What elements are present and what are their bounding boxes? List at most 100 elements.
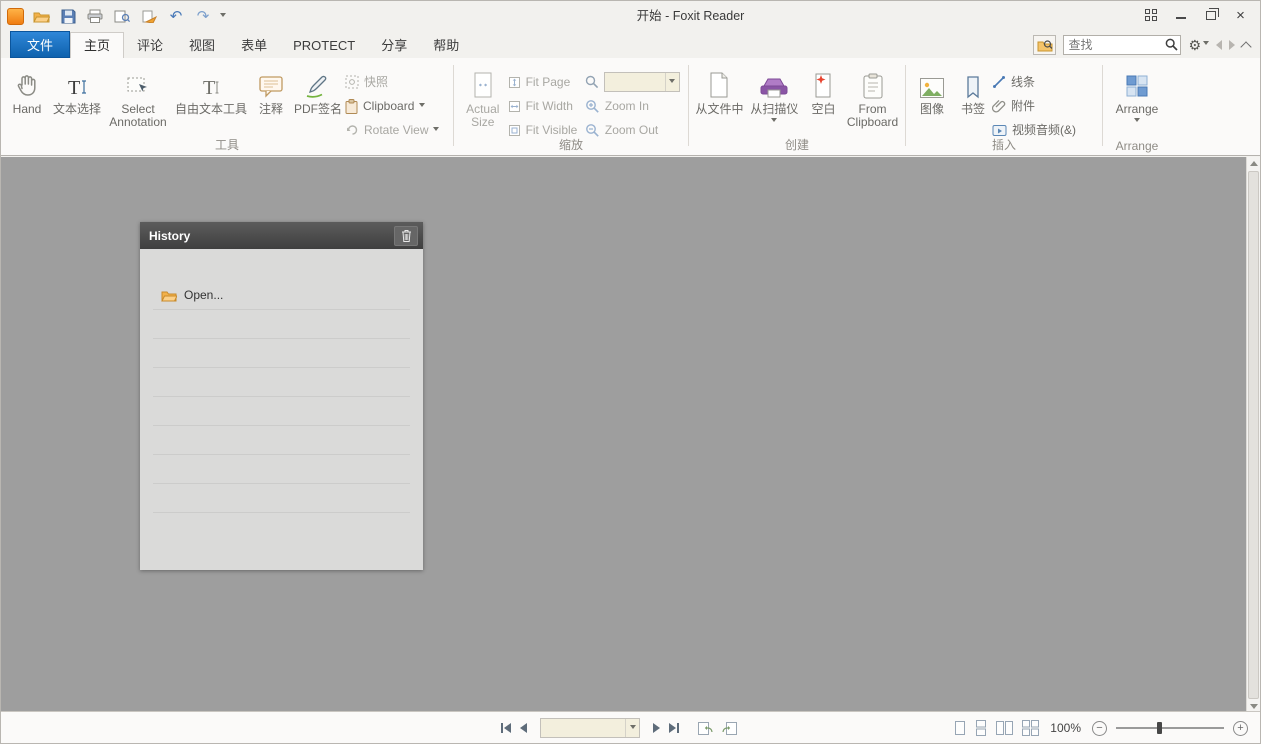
previous-page-button[interactable]: [520, 723, 527, 733]
tab-help[interactable]: 帮助: [420, 33, 472, 58]
comment-button[interactable]: 注释: [251, 63, 291, 137]
settings-button[interactable]: ⚙: [1188, 38, 1209, 52]
free-text-tool-button[interactable]: T 自由文本工具: [171, 63, 251, 137]
restore-button[interactable]: [1197, 5, 1224, 25]
hand-tool-button[interactable]: Hand: [5, 63, 49, 137]
snapshot-button[interactable]: 快照: [345, 70, 449, 94]
first-page-icon: [504, 723, 511, 733]
create-from-file-button[interactable]: 从文件中: [693, 63, 746, 137]
minimize-icon: [1176, 17, 1186, 19]
combo-arrow[interactable]: [625, 719, 639, 737]
continuous-facing-view-button[interactable]: [1022, 720, 1039, 736]
fit-width-button[interactable]: Fit Width: [508, 94, 585, 118]
text-select-button[interactable]: T 文本选择: [49, 63, 105, 137]
history-open-label: Open...: [184, 288, 223, 302]
tab-view[interactable]: 视图: [176, 33, 228, 58]
insert-line-button[interactable]: 线条: [992, 70, 1096, 94]
zoom-in-label: Zoom In: [605, 100, 649, 113]
restore-icon: [1206, 11, 1216, 20]
clear-history-button[interactable]: [394, 226, 418, 246]
find-box: [1063, 35, 1181, 55]
next-view-button[interactable]: [722, 722, 737, 735]
chevron-down-icon: [1203, 41, 1209, 48]
history-open-item[interactable]: Open...: [153, 281, 410, 310]
zoom-level-control: [585, 70, 684, 94]
save-button[interactable]: [58, 6, 78, 26]
page-number-combobox[interactable]: [540, 718, 640, 738]
close-icon: ×: [1236, 8, 1245, 23]
history-empty-row: [153, 484, 410, 513]
previous-view-button[interactable]: [698, 722, 713, 735]
insert-attachment-button[interactable]: 附件: [992, 94, 1096, 118]
zoom-slider[interactable]: [1116, 721, 1224, 735]
combo-arrow[interactable]: [665, 73, 679, 91]
minimize-button[interactable]: [1167, 5, 1194, 25]
tab-home[interactable]: 主页: [70, 32, 124, 58]
tab-share[interactable]: 分享: [368, 33, 420, 58]
vertical-scrollbar[interactable]: [1246, 157, 1260, 713]
last-page-icon: [669, 723, 676, 733]
ui-layout-button[interactable]: [1137, 5, 1164, 25]
zoom-out-circle-button[interactable]: −: [1092, 721, 1107, 736]
actual-size-label: Actual Size: [458, 103, 508, 129]
scrollbar-thumb[interactable]: [1248, 171, 1259, 699]
clipboard-icon: [345, 99, 358, 114]
insert-bookmark-label: 书签: [961, 103, 985, 116]
select-annotation-button[interactable]: Select Annotation: [105, 63, 171, 137]
arrange-button[interactable]: Arrange: [1108, 63, 1166, 137]
scroll-down-arrow-icon[interactable]: [1250, 704, 1258, 709]
pdf-sign-button[interactable]: PDF签名: [291, 63, 345, 137]
tab-form[interactable]: 表单: [228, 33, 280, 58]
history-back-button[interactable]: [1216, 40, 1222, 50]
first-page-button[interactable]: [501, 723, 511, 733]
comment-bubble-icon: [258, 67, 284, 99]
history-empty-row: [153, 368, 410, 397]
chevron-down-icon: [1134, 118, 1140, 125]
insert-image-button[interactable]: 图像: [910, 63, 954, 137]
open-file-button[interactable]: [31, 6, 51, 26]
find-input[interactable]: [1064, 38, 1162, 52]
zoom-in-icon: [585, 99, 600, 114]
facing-view-button[interactable]: [996, 720, 1013, 736]
scroll-up-arrow-icon[interactable]: [1250, 161, 1258, 166]
print-button[interactable]: [85, 6, 105, 26]
zoom-in-button[interactable]: Zoom In: [585, 94, 684, 118]
insert-bookmark-button[interactable]: 书签: [954, 63, 992, 137]
ribbon-group-create: 从文件中 从扫描仪 空白: [689, 58, 905, 155]
continuous-view-button[interactable]: [975, 720, 987, 736]
group-label-tools: 工具: [1, 136, 453, 153]
zoom-out-label: Zoom Out: [605, 124, 658, 137]
find-go-button[interactable]: [1162, 36, 1180, 54]
zoom-slider-thumb[interactable]: [1157, 722, 1162, 734]
zoom-in-circle-button[interactable]: +: [1233, 721, 1248, 736]
zoom-level-combobox[interactable]: [604, 72, 680, 92]
tab-protect[interactable]: PROTECT: [280, 33, 368, 58]
advanced-search-button[interactable]: [1033, 35, 1056, 55]
search-folder-icon: [1037, 38, 1053, 52]
foxit-reader-window: ↶ ↷ 开始 - Foxit Reader × 文件 主页 评论 视图 表单 P…: [0, 0, 1261, 744]
next-page-button[interactable]: [653, 723, 660, 733]
scanner-icon: [759, 67, 789, 99]
fit-width-label: Fit Width: [526, 100, 573, 113]
arrange-label: Arrange: [1116, 103, 1159, 116]
single-page-view-button[interactable]: [954, 720, 966, 736]
clipboard-label: Clipboard: [363, 100, 414, 113]
next-page-icon: [653, 723, 660, 733]
collapse-ribbon-button[interactable]: [1240, 41, 1251, 52]
rotate-view-label: Rotate View: [364, 124, 428, 137]
create-from-scanner-button[interactable]: 从扫描仪: [746, 63, 803, 137]
create-from-clipboard-button[interactable]: From Clipboard: [844, 63, 901, 137]
tab-comment[interactable]: 评论: [124, 33, 176, 58]
fit-page-button[interactable]: Fit Page: [508, 70, 585, 94]
history-empty-row: [153, 426, 410, 455]
create-from-file-label: 从文件中: [695, 103, 743, 116]
close-button[interactable]: ×: [1227, 5, 1254, 25]
app-logo-icon[interactable]: [7, 8, 24, 25]
search-icon: [1165, 38, 1178, 51]
history-forward-button[interactable]: [1229, 40, 1235, 50]
actual-size-button[interactable]: Actual Size: [458, 63, 508, 137]
last-page-button[interactable]: [669, 723, 679, 733]
create-blank-button[interactable]: 空白: [803, 63, 844, 137]
tab-file[interactable]: 文件: [10, 31, 70, 58]
clipboard-button[interactable]: Clipboard: [345, 94, 449, 118]
